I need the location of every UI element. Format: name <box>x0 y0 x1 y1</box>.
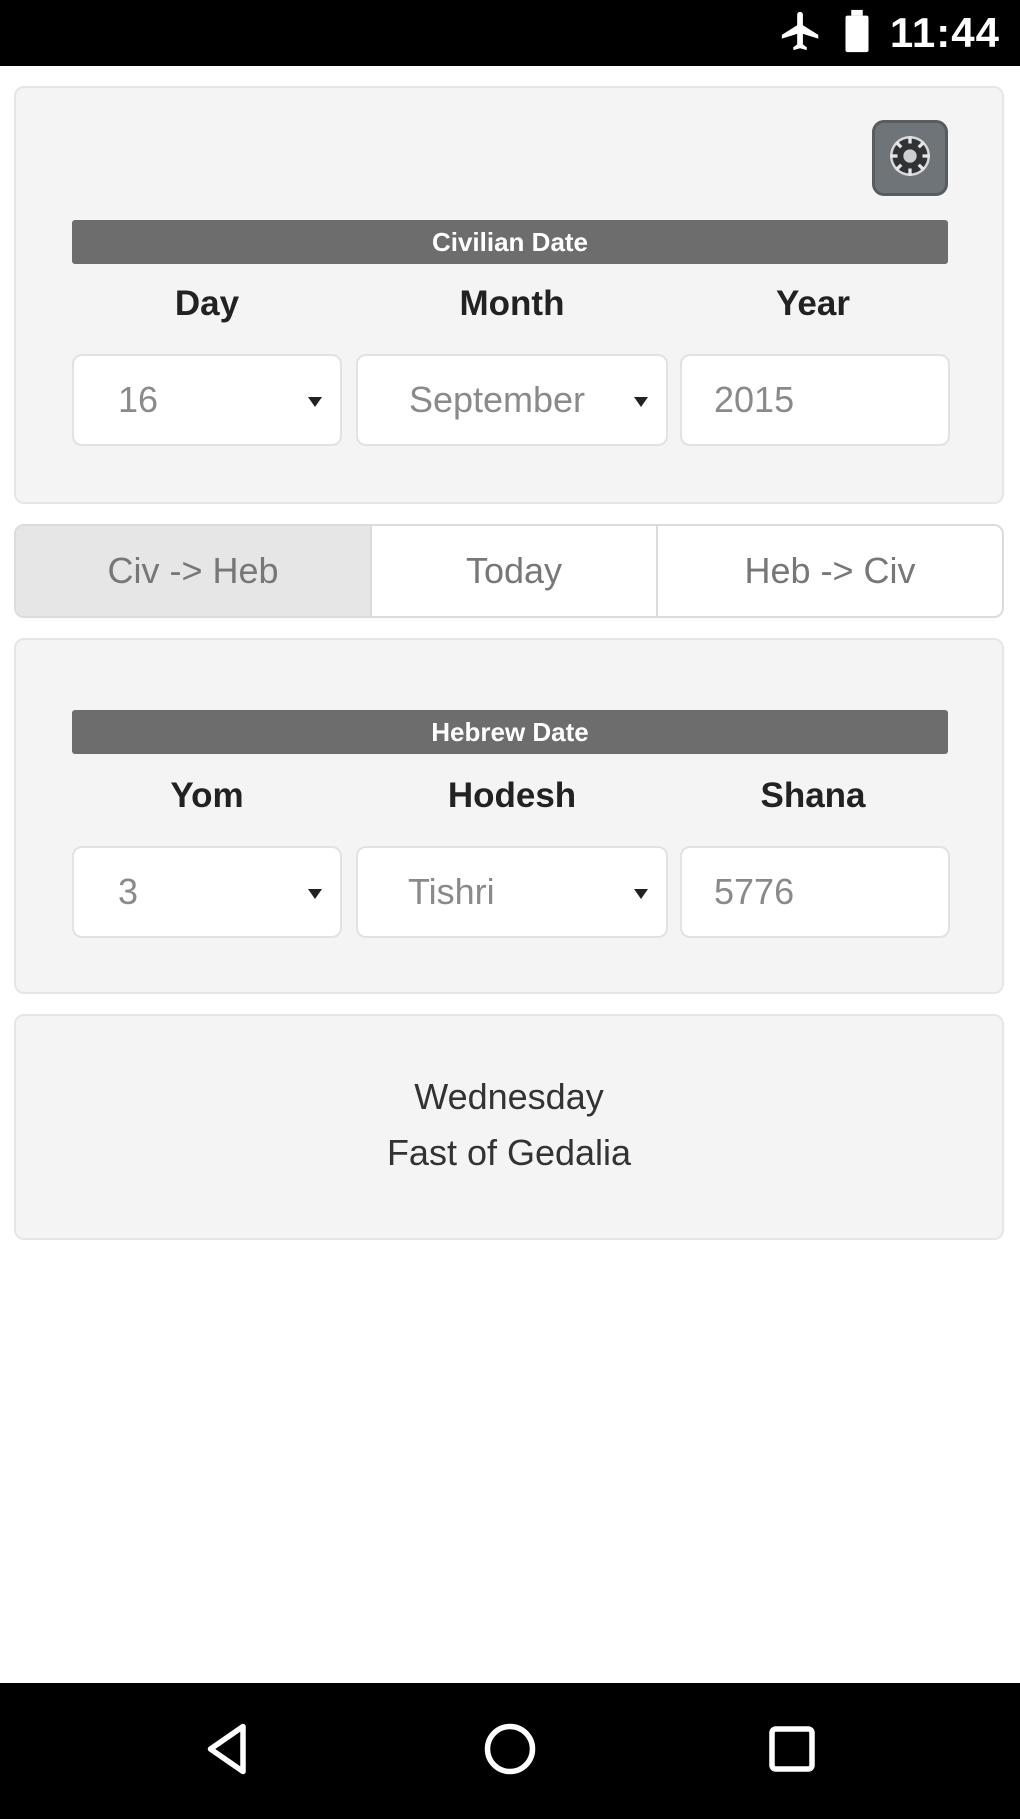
gear-icon <box>885 131 935 186</box>
status-time: 11:44 <box>889 9 1000 56</box>
status-bar: 11:44 <box>0 0 1020 66</box>
hodesh-value: Tishri <box>408 871 495 912</box>
weekday-text: Wednesday <box>414 1076 604 1117</box>
year-input[interactable]: 2015 <box>680 354 950 446</box>
civilian-date-header: Civilian Date <box>72 220 948 264</box>
hodesh-label: Hodesh <box>447 776 577 815</box>
civilian-date-panel: Civilian Date Day Month Year 16 Septembe… <box>14 86 1004 504</box>
chevron-down-icon <box>634 889 648 899</box>
recents-button[interactable] <box>752 1711 832 1791</box>
day-select[interactable]: 16 <box>72 354 342 446</box>
chevron-down-icon <box>308 397 322 407</box>
day-value: 16 <box>118 379 159 420</box>
back-icon <box>198 1719 258 1784</box>
month-select[interactable]: September <box>356 354 668 446</box>
month-label: Month <box>459 284 565 323</box>
yom-select[interactable]: 3 <box>72 846 342 938</box>
hebrew-date-panel: Hebrew Date Yom Hodesh Shana 3 Tishri 57… <box>14 638 1004 994</box>
year-label: Year <box>776 284 850 323</box>
result-panel: Wednesday Fast of Gedalia <box>14 1014 1004 1240</box>
day-label: Day <box>174 284 240 323</box>
hodesh-select[interactable]: Tishri <box>356 846 668 938</box>
status-icons: 11:44 <box>778 0 1000 66</box>
civ-to-heb-button[interactable]: Civ -> Heb <box>16 526 370 616</box>
conversion-actions: Civ -> Heb Today Heb -> Civ <box>14 524 1004 618</box>
hebrew-date-header: Hebrew Date <box>72 710 948 754</box>
airplane-mode-icon <box>778 8 824 59</box>
recents-icon <box>762 1719 822 1784</box>
yom-label: Yom <box>170 776 244 815</box>
yom-value: 3 <box>118 871 139 912</box>
back-button[interactable] <box>188 1711 268 1791</box>
app-screen: 11:44 Civilian Date Day Month Year 16 Se… <box>0 0 1020 1819</box>
today-button[interactable]: Today <box>370 526 656 616</box>
heb-to-civ-button[interactable]: Heb -> Civ <box>656 526 1002 616</box>
shana-input[interactable]: 5776 <box>680 846 950 938</box>
shana-label: Shana <box>760 776 866 815</box>
chevron-down-icon <box>634 397 648 407</box>
battery-icon <box>842 8 872 59</box>
chevron-down-icon <box>308 889 322 899</box>
holiday-text: Fast of Gedalia <box>386 1132 632 1173</box>
navigation-bar <box>0 1683 1020 1819</box>
year-value: 2015 <box>714 379 795 420</box>
settings-button[interactable] <box>872 120 948 196</box>
month-value: September <box>408 379 586 420</box>
home-button[interactable] <box>470 1711 550 1791</box>
shana-value: 5776 <box>714 871 795 912</box>
home-icon <box>480 1719 540 1784</box>
